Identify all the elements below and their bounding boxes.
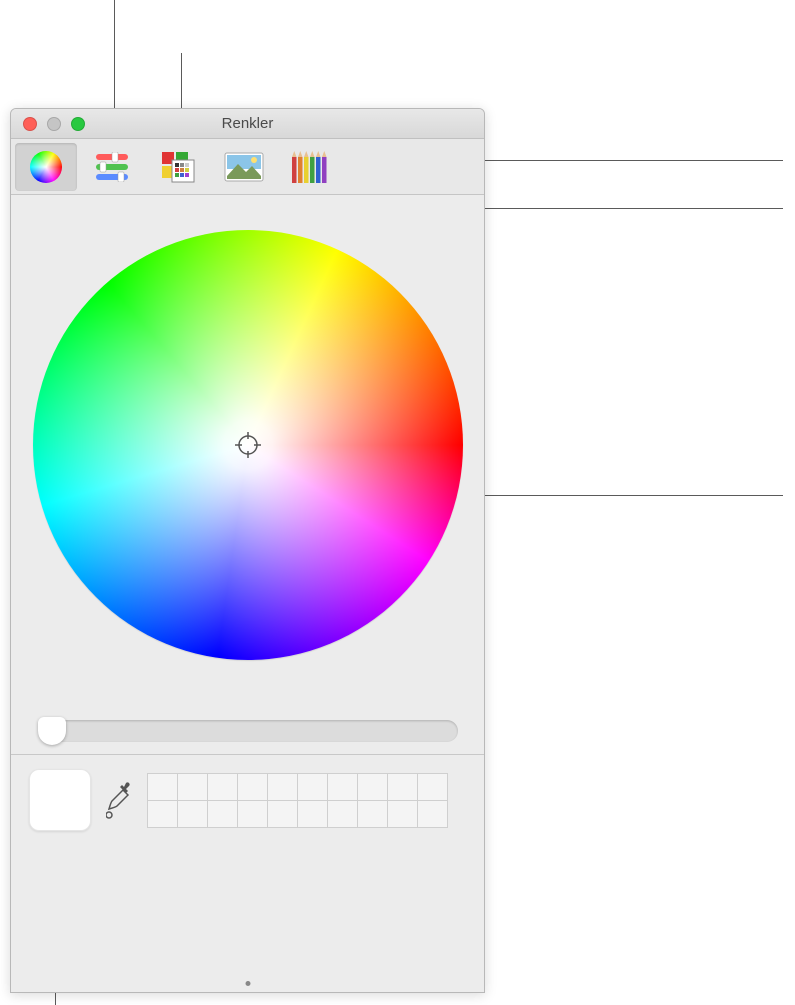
swatch-cell[interactable] [177,800,208,828]
swatch-cell[interactable] [357,773,388,801]
sliders-icon [94,152,130,182]
color-wheel-icon [28,149,64,185]
close-button[interactable] [23,117,37,131]
minimize-button[interactable] [47,117,61,131]
swatch-cell[interactable] [327,800,358,828]
window-title: Renkler [222,115,274,132]
swatch-cell[interactable] [387,800,418,828]
swatch-cell[interactable] [297,773,328,801]
swatch-cell[interactable] [327,773,358,801]
swatch-cell[interactable] [207,773,238,801]
swatch-cell[interactable] [357,800,388,828]
page-indicator [245,981,250,986]
swatch-cell[interactable] [267,773,298,801]
color-wheel-panel [11,195,484,754]
slider-thumb[interactable] [38,717,66,745]
swatch-cell[interactable] [267,800,298,828]
tab-color-sliders[interactable] [81,143,143,191]
swatch-cell[interactable] [147,773,178,801]
colors-window: Renkler [10,108,485,993]
tab-color-wheel[interactable] [15,143,77,191]
tab-pencils[interactable] [279,143,341,191]
swatch-cell[interactable] [237,773,268,801]
tab-color-palettes[interactable] [147,143,209,191]
zoom-button[interactable] [71,117,85,131]
swatch-cell[interactable] [207,800,238,828]
color-mode-toolbar [11,139,484,195]
swatch-cell[interactable] [387,773,418,801]
tab-image-palettes[interactable] [213,143,275,191]
window-titlebar[interactable]: Renkler [11,109,484,139]
eyedropper-button[interactable] [105,778,133,822]
swatch-cell[interactable] [297,800,328,828]
swatch-grid [147,773,447,827]
swatch-cell[interactable] [237,800,268,828]
palettes-icon [160,150,196,184]
swatch-cell[interactable] [177,773,208,801]
swatch-cell[interactable] [417,773,448,801]
brightness-slider[interactable] [38,720,458,742]
eyedropper-icon [106,781,132,819]
swatch-panel [11,754,484,845]
current-color-swatch[interactable] [29,769,91,831]
image-icon [224,152,264,182]
crosshair-icon[interactable] [235,432,261,458]
pencils-icon [290,149,330,185]
swatch-cell[interactable] [417,800,448,828]
swatch-cell[interactable] [147,800,178,828]
